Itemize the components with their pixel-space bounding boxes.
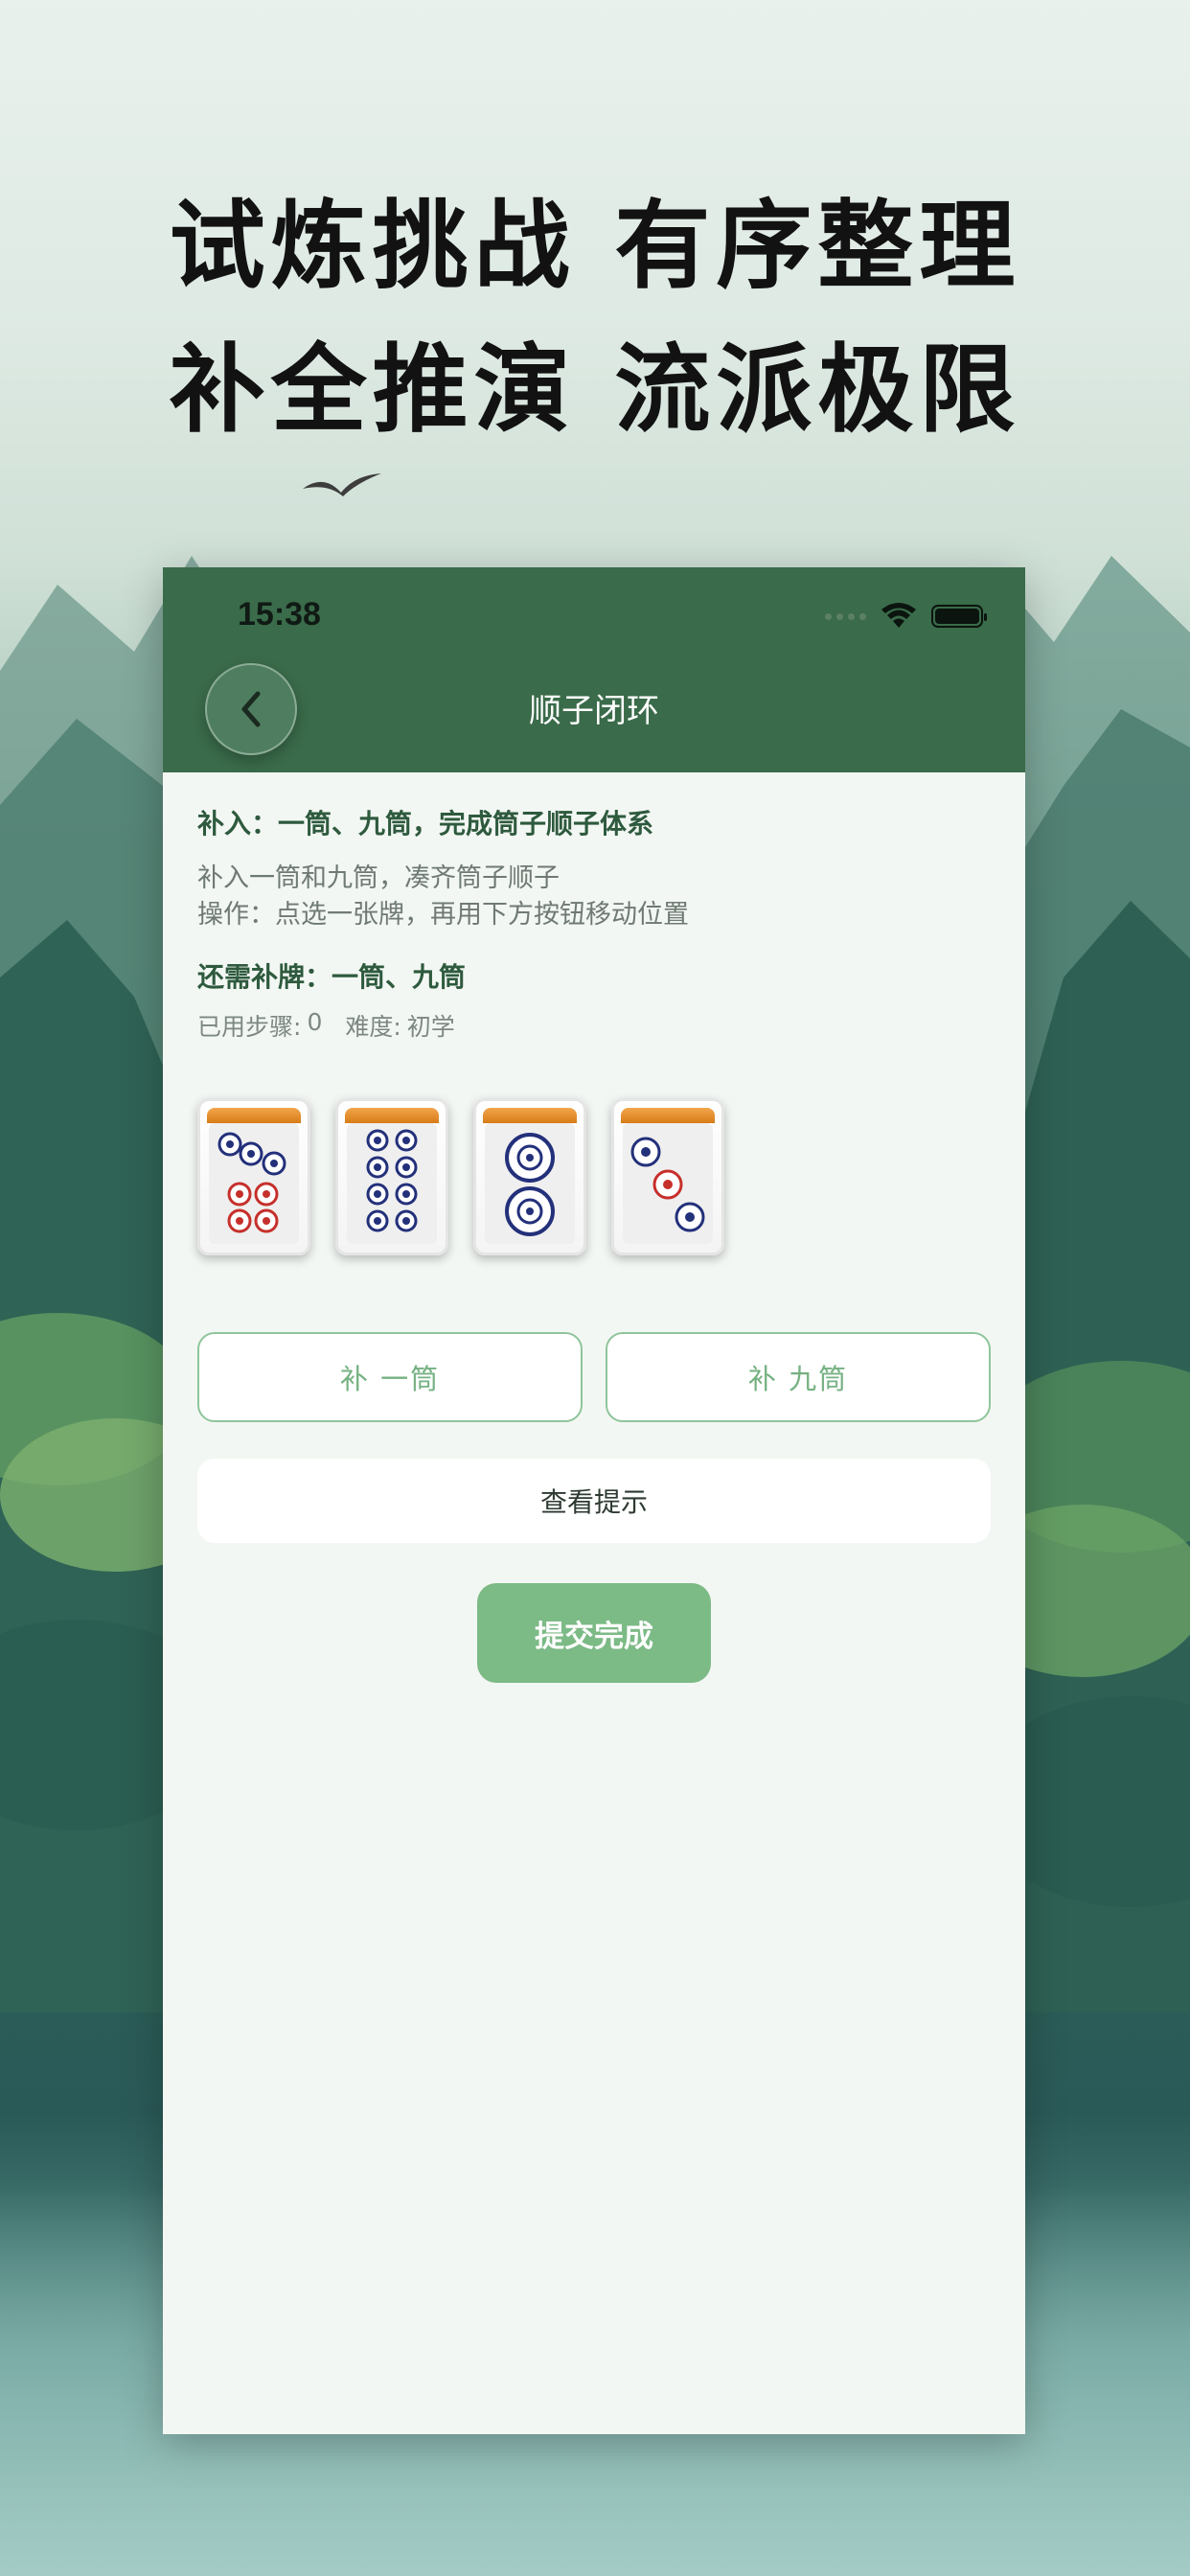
- puzzle-meta: 已用步骤: 0 难度: 初学: [197, 1008, 455, 1043]
- difficulty-value: 初学: [406, 1013, 455, 1041]
- nav-bar: 15:38 顺子闭环: [163, 567, 1025, 772]
- seven-circles-tile: [217, 1132, 286, 1233]
- three-circles-tile: [630, 1137, 705, 1232]
- tile-two-circles[interactable]: [473, 1098, 586, 1255]
- description-line-1: 补入一筒和九筒，凑齐筒子顺子: [197, 863, 560, 893]
- submit-button[interactable]: 提交完成: [477, 1583, 711, 1683]
- add-nine-circles-button[interactable]: 补 九筒: [606, 1332, 991, 1422]
- page-title: 顺子闭环: [529, 692, 659, 730]
- wifi-icon: [881, 603, 916, 628]
- tile-eight-circles[interactable]: [335, 1098, 448, 1255]
- difficulty-label: 难度:: [345, 1013, 401, 1041]
- bird-icon: [303, 473, 381, 496]
- description-line-2: 操作：点选一张牌，再用下方按钮移动位置: [197, 900, 689, 930]
- steps-value: 0: [307, 1008, 323, 1036]
- status-time: 15:38: [238, 596, 321, 632]
- battery-icon: [931, 605, 987, 628]
- tiles-needed: 还需补牌：一筒、九筒: [197, 961, 467, 993]
- eight-circles-tile: [366, 1129, 418, 1232]
- steps-label: 已用步骤:: [197, 1013, 302, 1041]
- tile-row: [197, 1098, 724, 1255]
- two-circles-tile: [505, 1133, 555, 1236]
- phone-screen: 15:38 顺子闭环 补入：一筒、九筒，完成筒子顺子体系 补入一筒和九筒，凑齐筒…: [163, 567, 1025, 2434]
- status-icons: [825, 602, 987, 631]
- add-one-circle-button[interactable]: 补 一筒: [197, 1332, 583, 1422]
- headline-line-1: 试炼挑战 有序整理: [169, 189, 1021, 302]
- headline-line-2: 补全推演 流派极限: [169, 333, 1021, 446]
- puzzle-goal: 补入：一筒、九筒，完成筒子顺子体系: [197, 808, 654, 840]
- tile-seven-circles[interactable]: [197, 1098, 310, 1255]
- tile-three-circles[interactable]: [611, 1098, 724, 1255]
- view-hint-button[interactable]: 查看提示: [197, 1459, 991, 1543]
- signal-dots-icon: [825, 612, 866, 620]
- add-tile-buttons: 补 一筒 补 九筒: [197, 1332, 991, 1422]
- puzzle-description: 补入一筒和九筒，凑齐筒子顺子 操作：点选一张牌，再用下方按钮移动位置: [197, 861, 689, 933]
